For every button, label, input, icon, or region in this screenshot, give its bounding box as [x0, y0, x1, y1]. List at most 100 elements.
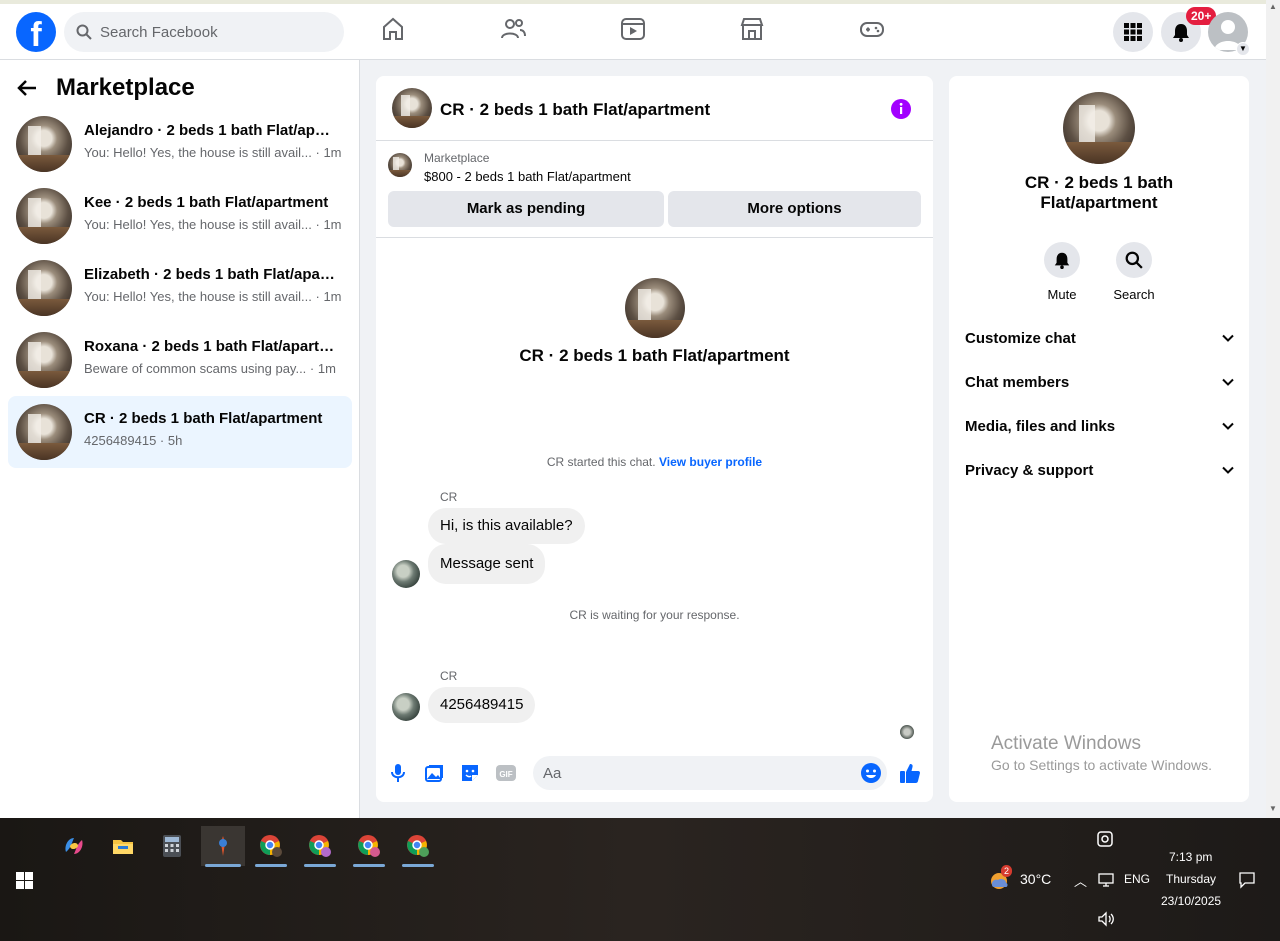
conversation-name: CR · 2 beds 1 bath Flat/apartment: [84, 410, 323, 427]
top-navigation-bar: f 20+ ▼: [0, 0, 1266, 60]
message-bubble[interactable]: 4256489415: [428, 687, 536, 723]
show-hidden-icons-chevron-up-icon[interactable]: ︿: [1074, 871, 1087, 890]
facebook-logo[interactable]: f: [16, 12, 56, 52]
search-in-chat-button[interactable]: Search: [1104, 242, 1164, 302]
chat-started-notice: CR started this chat. View buyer profile: [546, 455, 763, 469]
conversation-preview: You: Hello! Yes, the house is still avai…: [84, 289, 312, 304]
microphone-icon[interactable]: [387, 762, 409, 784]
message-bubble[interactable]: Hi, is this available?: [428, 508, 585, 544]
listing-thumbnail: [16, 260, 72, 316]
emoji-icon[interactable]: [860, 762, 882, 784]
conversation-name: Elizabeth · 2 beds 1 bath Flat/apartment: [84, 266, 336, 283]
listing-banner: Marketplace $800 - 2 beds 1 bath Flat/ap…: [376, 142, 933, 238]
conversation-time: 5h: [167, 433, 183, 448]
conversation-item[interactable]: Roxana · 2 beds 1 bath Flat/apartment Be…: [8, 324, 352, 396]
listing-thumbnail: [16, 404, 72, 460]
conversation-name: Kee · 2 beds 1 bath Flat/apartment: [84, 194, 329, 211]
sender-avatar[interactable]: [392, 560, 420, 588]
conversation-item[interactable]: Alejandro · 2 beds 1 bath Flat/apartment…: [8, 108, 352, 180]
conversation-name: Alejandro · 2 beds 1 bath Flat/apartment: [84, 122, 336, 139]
windows-start-icon[interactable]: [16, 872, 33, 889]
menu-grid-icon[interactable]: [1113, 12, 1153, 52]
search-icon: [76, 24, 92, 40]
search-box[interactable]: [64, 12, 344, 52]
mute-button[interactable]: Mute: [1032, 242, 1092, 302]
search-input[interactable]: [100, 23, 320, 41]
search-label: Search: [1113, 287, 1155, 302]
details-avatar[interactable]: [1063, 92, 1135, 164]
customize-chat-section[interactable]: Customize chat: [965, 326, 1235, 350]
weather-icon[interactable]: 2: [988, 865, 1013, 892]
conversation-preview: You: Hello! Yes, the house is still avai…: [84, 145, 312, 160]
chrome-profile-b-icon[interactable]: [300, 826, 340, 867]
chat-intro-avatar: [625, 278, 685, 338]
sticker-icon[interactable]: [459, 762, 481, 784]
chevron-down-icon: [1222, 378, 1234, 386]
conversation-time: 1m: [323, 145, 342, 160]
chat-title[interactable]: CR · 2 beds 1 bath Flat/apartment: [440, 100, 710, 120]
back-arrow-icon[interactable]: [16, 77, 38, 99]
page-scrollbar[interactable]: ▲ ▼: [1266, 0, 1280, 818]
chevron-down-icon: [1222, 334, 1234, 342]
scroll-down-arrow-icon[interactable]: ▼: [1269, 804, 1277, 813]
more-options-button[interactable]: More options: [668, 191, 921, 227]
language-indicator[interactable]: ENG: [1124, 872, 1150, 886]
clock-day[interactable]: Thursday: [1166, 872, 1216, 886]
home-icon[interactable]: [380, 16, 406, 42]
notification-center-icon[interactable]: [1238, 871, 1256, 894]
copilot-app-icon[interactable]: [54, 826, 94, 866]
listing-thumbnail[interactable]: [388, 153, 412, 177]
marketplace-icon[interactable]: [739, 16, 765, 42]
friends-icon[interactable]: [500, 16, 526, 42]
conversation-item[interactable]: Kee · 2 beds 1 bath Flat/apartment You: …: [8, 180, 352, 252]
mark-as-pending-button[interactable]: Mark as pending: [388, 191, 664, 227]
weather-badge: 2: [1001, 865, 1013, 877]
volume-icon[interactable]: [1097, 911, 1115, 932]
listing-thumbnail: [16, 116, 72, 172]
message-sender-name: CR: [440, 669, 458, 683]
chat-avatar[interactable]: [392, 88, 432, 128]
conversation-preview: You: Hello! Yes, the house is still avai…: [84, 217, 312, 232]
conversation-item-active[interactable]: CR · 2 beds 1 bath Flat/apartment 425648…: [8, 396, 352, 468]
info-icon[interactable]: [890, 98, 912, 120]
chat-members-section[interactable]: Chat members: [965, 370, 1235, 394]
seen-indicator-avatar: [900, 725, 914, 739]
thumbs-up-icon[interactable]: [899, 762, 921, 784]
chevron-down-icon: [1222, 466, 1234, 474]
chrome-profile-d-icon[interactable]: [398, 826, 438, 867]
chrome-profile-a-icon[interactable]: [251, 826, 291, 867]
file-explorer-icon[interactable]: [103, 826, 143, 866]
chat-header: CR · 2 beds 1 bath Flat/apartment: [376, 76, 933, 141]
message-bubble[interactable]: Message sent: [428, 544, 546, 584]
video-icon[interactable]: [620, 16, 646, 42]
view-buyer-profile-link[interactable]: View buyer profile: [659, 455, 762, 469]
remote-app-icon[interactable]: [201, 826, 245, 867]
chrome-profile-c-icon[interactable]: [349, 826, 389, 867]
sender-avatar[interactable]: [392, 693, 420, 721]
conversation-item[interactable]: Elizabeth · 2 beds 1 bath Flat/apartment…: [8, 252, 352, 324]
scroll-up-arrow-icon[interactable]: ▲: [1269, 2, 1277, 11]
conversation-time: 1m: [317, 361, 336, 376]
chevron-down-icon: [1222, 422, 1234, 430]
chat-intro-title: CR · 2 beds 1 bath Flat/apartment: [519, 346, 790, 365]
camera-tray-icon[interactable]: [1096, 830, 1114, 853]
listing-price[interactable]: $800 - 2 beds 1 bath Flat/apartment: [424, 169, 631, 184]
network-icon[interactable]: [1098, 873, 1114, 892]
message-input[interactable]: [533, 756, 887, 790]
clock-time[interactable]: 7:13 pm: [1169, 850, 1212, 864]
gif-icon[interactable]: GIF: [495, 762, 517, 784]
conversation-time: 1m: [323, 217, 342, 232]
conversation-name: Roxana · 2 beds 1 bath Flat/apartment: [84, 338, 336, 355]
clock-date[interactable]: 23/10/2025: [1161, 894, 1221, 908]
listing-category: Marketplace: [424, 151, 490, 165]
privacy-support-section[interactable]: Privacy & support: [965, 458, 1235, 482]
account-chevron-down-icon[interactable]: ▼: [1236, 42, 1250, 56]
calculator-icon[interactable]: [152, 826, 192, 866]
gaming-icon[interactable]: [859, 16, 885, 42]
conversation-sidebar: Marketplace Alejandro · 2 beds 1 bath Fl…: [0, 60, 360, 818]
media-files-links-section[interactable]: Media, files and links: [965, 414, 1235, 438]
mute-label: Mute: [1047, 287, 1077, 302]
photo-icon[interactable]: [423, 762, 445, 784]
waiting-response-notice: CR is waiting for your response.: [569, 608, 740, 622]
temperature-text[interactable]: 30°C: [1020, 871, 1051, 887]
